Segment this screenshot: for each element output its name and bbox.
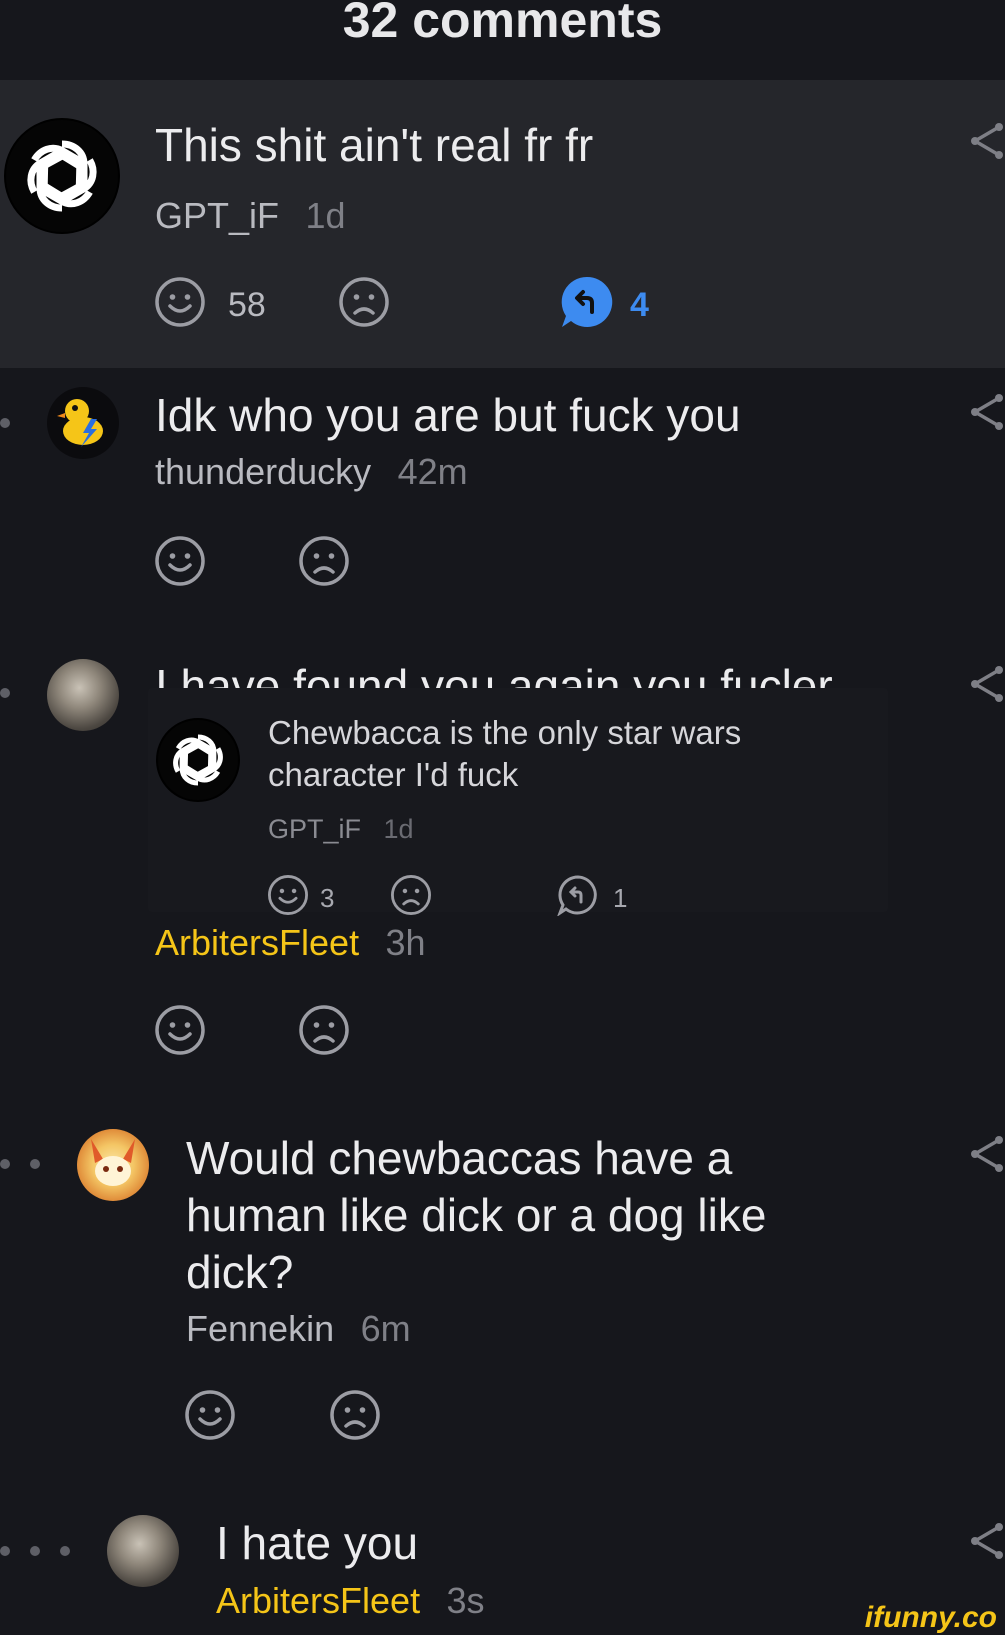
thread-depth-dot (0, 1159, 10, 1169)
thread-depth-dot (60, 1546, 70, 1556)
thread-depth-dot (0, 418, 10, 428)
smile-react-icon[interactable] (184, 1389, 236, 1441)
frown-react-icon[interactable] (298, 1004, 350, 1056)
frown-react-icon[interactable] (298, 535, 350, 587)
comment-username[interactable]: ArbitersFleet (216, 1580, 420, 1621)
thread-depth-dot (30, 1159, 40, 1169)
watermark-logo: ifunny.co (864, 1601, 997, 1634)
avatar-photo[interactable] (47, 659, 119, 731)
reply-count: 4 (630, 286, 649, 324)
quoted-text-line: Chewbacca is the only star wars (268, 714, 742, 751)
share-icon[interactable] (967, 392, 1005, 432)
quoted-meta: GPT_iF 1d (268, 814, 414, 845)
comment-meta: thunderducky 42m (155, 451, 468, 493)
comments-count-title: 32 comments (342, 0, 663, 48)
quoted-text-line: character I'd fuck (268, 756, 519, 793)
thread-depth-dot (0, 688, 10, 698)
thread-depth-dot (30, 1546, 40, 1556)
comment-meta: ArbitersFleet 3h (155, 922, 426, 964)
comment-time: 3h (385, 922, 426, 963)
comment-text: This shit ain't real fr fr (155, 119, 594, 171)
comment-time: 6m (360, 1308, 411, 1349)
smile-react-icon[interactable] (154, 535, 206, 587)
quoted-time: 1d (383, 814, 414, 844)
smile-react-icon[interactable] (154, 276, 206, 328)
comment-meta: ArbitersFleet 3s (216, 1580, 485, 1622)
comments-header: 32 comments (0, 0, 1005, 80)
comment-text-line: human like dick or a dog like (186, 1189, 767, 1241)
quoted-smile-icon (268, 875, 308, 915)
share-icon[interactable] (967, 1134, 1005, 1174)
comment-time: 1d (305, 195, 346, 236)
comment-text: Idk who you are but fuck you (155, 389, 741, 441)
reply-bubble-icon[interactable] (559, 274, 615, 330)
comment-time: 3s (446, 1580, 485, 1621)
frown-react-icon[interactable] (338, 276, 390, 328)
comment-meta: GPT_iF 1d (155, 195, 346, 237)
avatar-openai-icon[interactable] (4, 118, 120, 234)
smile-react-icon[interactable] (154, 1004, 206, 1056)
avatar-duck-icon[interactable] (47, 387, 119, 459)
comment-username[interactable]: GPT_iF (155, 195, 279, 236)
quoted-frown-icon (391, 875, 431, 915)
share-icon[interactable] (967, 1521, 1005, 1561)
frown-react-icon[interactable] (329, 1389, 381, 1441)
comment-username[interactable]: Fennekin (186, 1308, 334, 1349)
share-icon[interactable] (967, 121, 1005, 161)
quoted-smile-count: 3 (320, 883, 335, 913)
comment-username[interactable]: thunderducky (155, 451, 371, 492)
quoted-reply-count: 1 (613, 883, 628, 913)
comment-text: I hate you (216, 1517, 419, 1569)
avatar-fennekin[interactable] (77, 1129, 149, 1201)
comment-username[interactable]: ArbitersFleet (155, 922, 359, 963)
comment-time: 42m (397, 451, 468, 492)
comment-text-line: dick? (186, 1246, 294, 1298)
quoted-avatar-openai-icon (156, 718, 240, 802)
quoted-reply-icon (557, 875, 597, 916)
comment-text-line: Would chewbaccas have a (186, 1132, 733, 1184)
quoted-username: GPT_iF (268, 814, 362, 844)
smile-count: 58 (228, 286, 266, 324)
avatar-photo[interactable] (107, 1515, 179, 1587)
comment-meta: Fennekin 6m (186, 1308, 411, 1350)
thread-depth-dot (0, 1546, 10, 1556)
share-icon[interactable] (967, 664, 1005, 704)
